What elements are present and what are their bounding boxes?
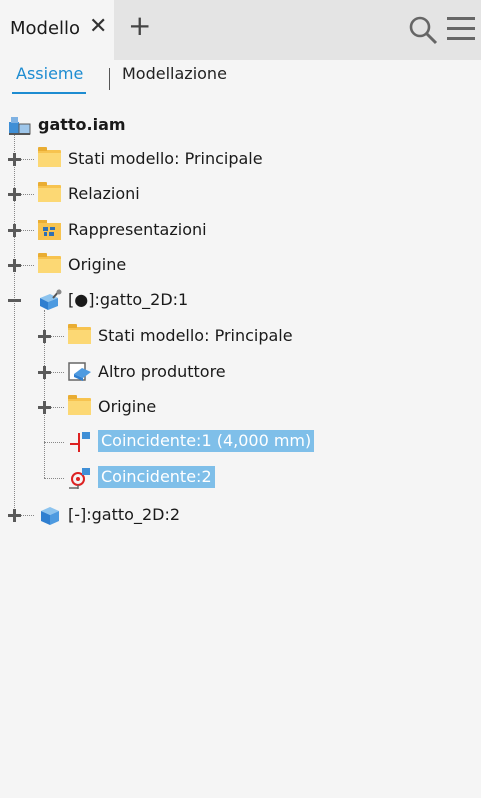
tree-item-label: [-]:gatto_2D:2 [68,505,181,524]
expand-icon[interactable] [38,401,51,414]
root-label: gatto.iam [38,115,126,134]
tree-item-label: Relazioni [68,184,140,203]
folder-icon [38,253,61,273]
third-party-icon [68,362,91,381]
folder-icon [68,395,91,415]
tab-assieme[interactable]: Assieme [11,64,87,94]
panel-header: Modello ✕ + [0,0,481,60]
expand-icon[interactable] [8,224,21,237]
tree-item-label: Coincidente:1 (4,000 mm) [98,430,315,452]
tree-item-label: Rappresentazioni [68,220,207,239]
tree-item-label: Altro produttore [98,362,226,381]
folder-icon [38,182,61,202]
folder-icon [68,324,91,344]
insert-constraint-icon [69,468,90,489]
tree-item-label: [●]:gatto_2D:1 [68,290,189,309]
folder-icon [38,147,61,167]
tree-item-label: Origine [98,397,157,416]
close-icon[interactable]: ✕ [89,14,107,39]
expand-icon[interactable] [8,188,21,201]
expand-icon[interactable] [8,259,21,272]
tree-item-label: Stati modello: Principale [68,149,263,168]
expand-icon[interactable] [8,509,21,522]
assembly-icon [9,117,31,135]
tab-modellazione[interactable]: Modellazione [122,64,227,83]
expand-icon[interactable] [38,366,51,379]
tab-modello[interactable]: Modello ✕ [0,0,114,60]
mate-constraint-icon [70,432,90,452]
tree-item-label: Coincidente:2 [98,466,215,488]
tab-label: Modello [10,18,81,39]
part-icon [41,507,59,525]
tree-item-label: Stati modello: Principale [98,326,293,345]
tab-separator [109,68,110,90]
tree-item-label: Origine [68,255,127,274]
menu-icon[interactable] [447,17,475,43]
search-icon[interactable] [408,15,438,45]
expand-icon[interactable] [8,153,21,166]
collapse-icon[interactable] [8,294,21,307]
part-pin-icon [40,289,62,310]
add-tab-icon[interactable]: + [128,9,151,42]
representations-icon [38,220,61,240]
expand-icon[interactable] [38,330,51,343]
